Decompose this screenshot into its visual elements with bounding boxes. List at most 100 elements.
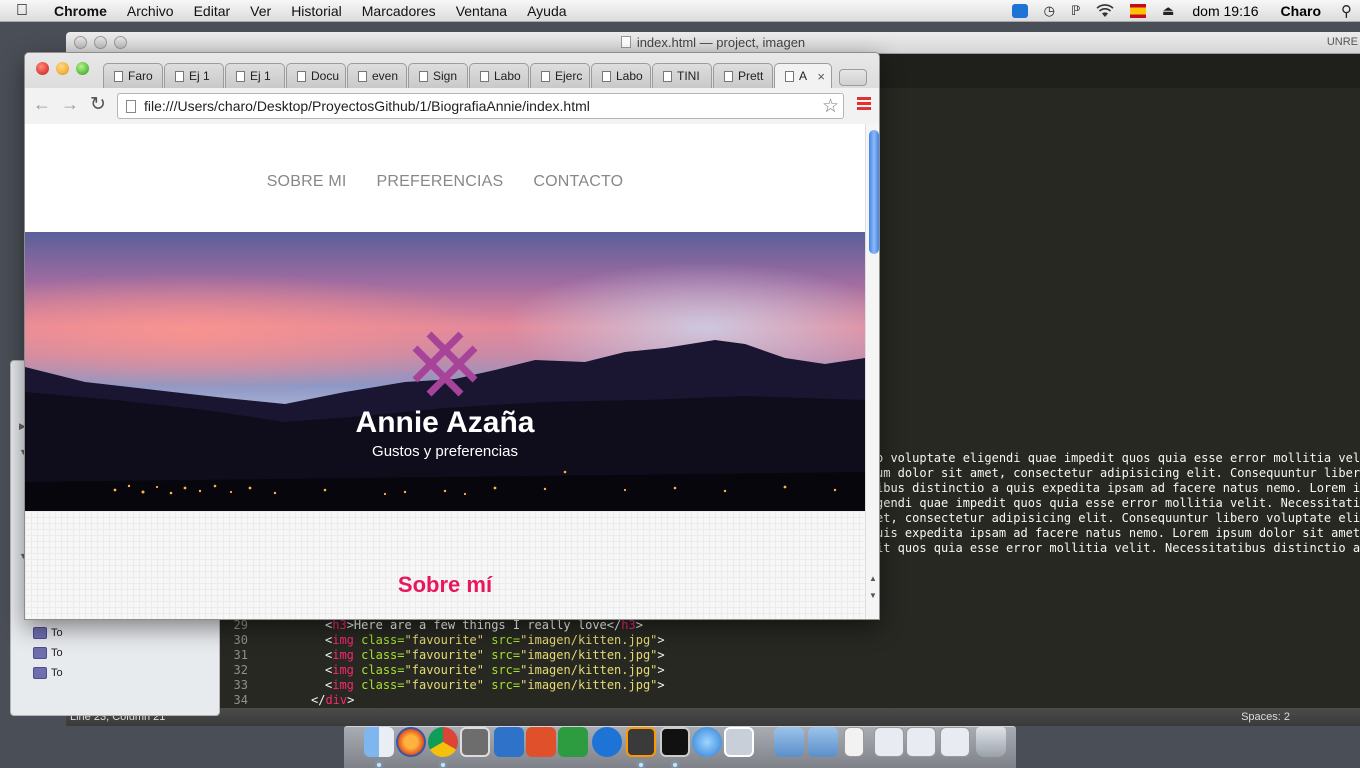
page-icon bbox=[126, 99, 136, 113]
browser-tab-active[interactable]: A × bbox=[774, 63, 832, 88]
page-icon bbox=[358, 70, 367, 82]
code-line-34[interactable]: </div> bbox=[311, 693, 354, 707]
menu-marcadores[interactable]: Marcadores bbox=[352, 0, 446, 22]
code-line-31[interactable]: <img class="favourite" src="imagen/kitte… bbox=[325, 648, 665, 662]
documents-folder-icon[interactable] bbox=[808, 727, 838, 757]
close-window-button[interactable] bbox=[36, 62, 49, 75]
browser-tab[interactable]: even bbox=[347, 63, 407, 88]
running-indicator bbox=[377, 763, 381, 767]
code-line-32[interactable]: <img class="favourite" src="imagen/kitte… bbox=[325, 663, 665, 677]
chrome-icon[interactable] bbox=[428, 727, 458, 757]
nav-link-sobre-mi[interactable]: SOBRE MI bbox=[267, 173, 347, 191]
close-tab-icon[interactable]: × bbox=[817, 69, 825, 84]
menu-clock[interactable]: dom 19:16 bbox=[1182, 3, 1268, 19]
menu-user[interactable]: Charo bbox=[1269, 3, 1333, 19]
unregistered-label: UNRE bbox=[1326, 36, 1358, 48]
indentation-setting[interactable]: Spaces: 2 bbox=[1241, 708, 1290, 726]
reload-icon[interactable]: ↻ bbox=[90, 93, 106, 116]
finder-list-item[interactable]: To bbox=[33, 667, 63, 679]
code-lorem-line[interactable]: um dolor sit amet, consectetur adipisici… bbox=[876, 466, 1360, 480]
finder-item-label: To bbox=[51, 667, 63, 679]
browser-tab[interactable]: Docu bbox=[286, 63, 346, 88]
file-icon[interactable] bbox=[844, 727, 864, 757]
browser-tab[interactable]: Ejerc bbox=[530, 63, 590, 88]
powerpoint-icon[interactable] bbox=[526, 727, 556, 757]
browser-tab[interactable]: Prett bbox=[713, 63, 773, 88]
browser-tab[interactable]: Ej 1 bbox=[164, 63, 224, 88]
safari-window-icon[interactable] bbox=[906, 727, 936, 757]
nav-link-contacto[interactable]: CONTACTO bbox=[533, 173, 623, 191]
code-lorem-line[interactable]: uis expedita ipsam ad facere natus nemo.… bbox=[876, 526, 1360, 540]
excel-icon[interactable] bbox=[558, 727, 588, 757]
page-scrollbar[interactable]: ▲ ▼ bbox=[865, 124, 879, 619]
code-line-33[interactable]: <img class="favourite" src="imagen/kitte… bbox=[325, 678, 665, 692]
minimize-window-button[interactable] bbox=[56, 62, 69, 75]
code-lorem-line[interactable]: gendi quae impedit quos quia esse error … bbox=[876, 496, 1360, 510]
terminal-icon[interactable] bbox=[660, 727, 690, 757]
code-lorem-line[interactable]: it quos quia esse error mollitia velit. … bbox=[876, 541, 1360, 555]
scrollbar-thumb[interactable] bbox=[869, 130, 879, 254]
chrome-window-icon[interactable] bbox=[940, 727, 970, 757]
browser-toolbar: ← → ↻ file:///Users/charo/Desktop/Proyec… bbox=[25, 88, 879, 124]
bookmark-star-icon[interactable]: ☆ bbox=[822, 95, 839, 118]
browser-tab[interactable]: Labo bbox=[469, 63, 529, 88]
new-tab-button[interactable] bbox=[839, 69, 867, 86]
forward-arrow-icon[interactable]: → bbox=[61, 94, 79, 115]
time-machine-icon[interactable]: ◷ bbox=[1036, 3, 1063, 19]
trash-icon[interactable] bbox=[976, 727, 1006, 757]
tab-strip: Faro Ej 1 Ej 1 Docu even Sign Labo Ejerc… bbox=[103, 63, 867, 88]
menu-archivo[interactable]: Archivo bbox=[117, 0, 184, 22]
apps-folder-icon[interactable] bbox=[774, 727, 804, 757]
tab-title: A bbox=[799, 69, 808, 83]
menu-app-chrome[interactable]: Chrome bbox=[44, 0, 117, 22]
spotlight-search-icon[interactable]: ⚲ bbox=[1333, 2, 1360, 20]
sublime-icon[interactable] bbox=[626, 727, 656, 757]
code-lorem-line[interactable]: ibus distinctio a quis expedita ipsam ad… bbox=[876, 481, 1360, 495]
browser-tab[interactable]: Ej 1 bbox=[225, 63, 285, 88]
apple-icon[interactable]:  bbox=[0, 2, 44, 20]
teamviewer-status-icon[interactable] bbox=[1004, 3, 1036, 18]
document-icon bbox=[620, 36, 631, 48]
menu-ayuda[interactable]: Ayuda bbox=[517, 0, 576, 22]
finder-list-item[interactable]: To bbox=[33, 647, 63, 659]
page-icon bbox=[541, 70, 550, 82]
finder-icon[interactable] bbox=[364, 727, 394, 757]
nav-link-preferencias[interactable]: PREFERENCIAS bbox=[377, 173, 504, 191]
itunes-icon[interactable] bbox=[692, 727, 722, 757]
hero-banner: Annie Azaña Gustos y preferencias bbox=[25, 232, 865, 511]
photos-icon[interactable] bbox=[724, 727, 754, 757]
zoom-window-button[interactable] bbox=[76, 62, 89, 75]
code-line-30[interactable]: <img class="favourite" src="imagen/kitte… bbox=[325, 633, 665, 647]
address-bar-url[interactable]: file:///Users/charo/Desktop/ProyectosGit… bbox=[144, 98, 590, 114]
word-icon[interactable] bbox=[494, 727, 524, 757]
firefox-icon[interactable] bbox=[396, 727, 426, 757]
menu-ventana[interactable]: Ventana bbox=[446, 0, 517, 22]
finder-window-icon[interactable] bbox=[874, 727, 904, 757]
scroll-up-arrow-icon[interactable]: ▲ bbox=[869, 574, 877, 583]
input-source-spain-flag-icon[interactable] bbox=[1122, 3, 1154, 18]
page-icon bbox=[175, 70, 184, 82]
chrome-frame: Faro Ej 1 Ej 1 Docu even Sign Labo Ejerc… bbox=[25, 53, 879, 124]
finder-list-item[interactable]: To bbox=[33, 627, 63, 639]
menu-editar[interactable]: Editar bbox=[184, 0, 241, 22]
menu-ver[interactable]: Ver bbox=[240, 0, 281, 22]
scroll-down-arrow-icon[interactable]: ▼ bbox=[869, 591, 877, 600]
chrome-menu-icon[interactable] bbox=[857, 97, 871, 112]
browser-tab[interactable]: TINI bbox=[652, 63, 712, 88]
bluetooth-icon[interactable]: ℙ bbox=[1063, 3, 1088, 19]
teamviewer-icon[interactable] bbox=[592, 727, 622, 757]
browser-tab[interactable]: Labo bbox=[591, 63, 651, 88]
code-line-29[interactable]: <h3>Here are a few things I really love<… bbox=[325, 618, 643, 632]
browser-tab[interactable]: Sign bbox=[408, 63, 468, 88]
code-lorem-line[interactable]: o voluptate eligendi quae impedit quos q… bbox=[876, 451, 1360, 465]
eject-icon[interactable]: ⏏ bbox=[1154, 3, 1182, 19]
address-bar[interactable]: file:///Users/charo/Desktop/ProyectosGit… bbox=[117, 93, 844, 119]
browser-tab[interactable]: Faro bbox=[103, 63, 163, 88]
back-arrow-icon[interactable]: ← bbox=[33, 94, 51, 115]
logo-icon bbox=[412, 331, 478, 397]
preview-icon[interactable] bbox=[460, 727, 490, 757]
menu-historial[interactable]: Historial bbox=[281, 0, 352, 22]
wifi-icon[interactable] bbox=[1088, 3, 1122, 18]
running-indicator bbox=[639, 763, 643, 767]
code-lorem-line[interactable]: et, consectetur adipisicing elit. Conseq… bbox=[876, 511, 1360, 525]
